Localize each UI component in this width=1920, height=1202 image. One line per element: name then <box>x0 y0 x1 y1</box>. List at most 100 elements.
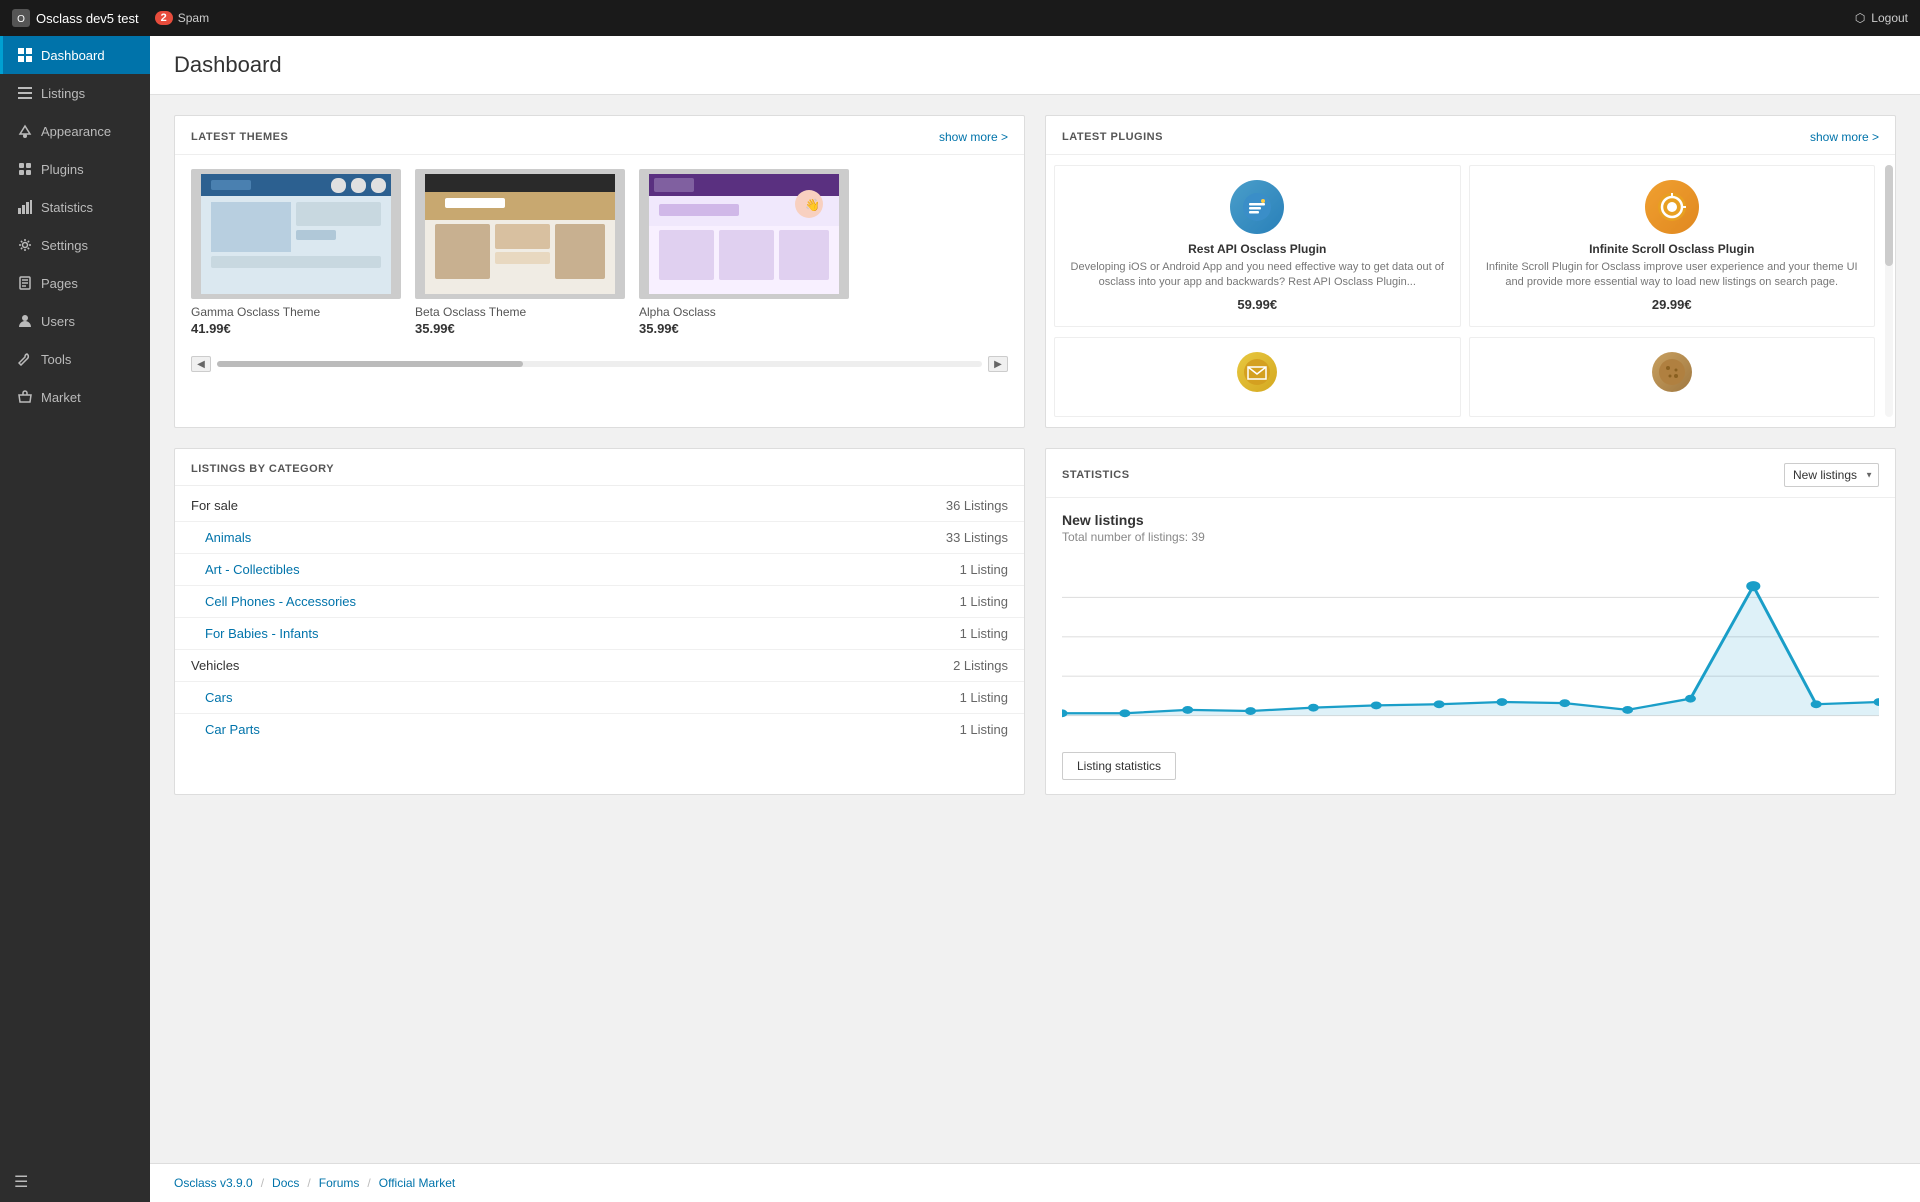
listings-card-header: LISTINGS BY CATEGORY <box>175 449 1024 486</box>
category-name[interactable]: Cell Phones - Accessories <box>175 585 749 617</box>
table-row: Animals 33 Listings <box>175 521 1024 553</box>
market-icon <box>17 389 33 405</box>
category-count: 33 Listings <box>749 521 1024 553</box>
table-row: Art - Collectibles 1 Listing <box>175 553 1024 585</box>
theme-beta-name: Beta Osclass Theme <box>415 305 625 319</box>
plugins-card: LATEST PLUGINS show more > <box>1045 115 1896 428</box>
sidebar-item-appearance[interactable]: Appearance <box>0 112 150 150</box>
content-area: LATEST THEMES show more > <box>150 95 1920 1163</box>
category-name[interactable]: For Babies - Infants <box>175 617 749 649</box>
plugins-show-more-link[interactable]: show more > <box>1810 130 1879 144</box>
listings-card-title: LISTINGS BY CATEGORY <box>191 463 334 475</box>
page-header: Dashboard <box>150 36 1920 95</box>
plugins-scrollbar[interactable] <box>1885 165 1893 417</box>
sidebar-item-tools[interactable]: Tools <box>0 340 150 378</box>
sidebar-item-users[interactable]: Users <box>0 302 150 340</box>
site-name[interactable]: O Osclass dev5 test <box>12 9 139 27</box>
logout-icon: ⬡ <box>1855 11 1865 25</box>
plugins-card-header: LATEST PLUGINS show more > <box>1046 116 1895 155</box>
sidebar-item-label: Statistics <box>41 200 93 215</box>
footer-forums-link[interactable]: Forums <box>319 1176 360 1190</box>
site-icon: O <box>12 9 30 27</box>
theme-gamma[interactable]: Gamma Osclass Theme 41.99€ <box>191 169 401 336</box>
svg-text:👋: 👋 <box>805 198 820 212</box>
theme-alpha[interactable]: 👋 Alpha Osclass 35.99€ <box>639 169 849 336</box>
stats-chart-title: New listings <box>1062 512 1879 528</box>
sidebar-item-label: Users <box>41 314 75 329</box>
footer-version-link[interactable]: Osclass v3.9.0 <box>174 1176 253 1190</box>
category-count: 36 Listings <box>749 490 1024 522</box>
sidebar-item-statistics[interactable]: Statistics <box>0 188 150 226</box>
chart-area <box>1062 558 1879 738</box>
listings-card: LISTINGS BY CATEGORY For sale 36 Listing… <box>174 448 1025 795</box>
logout-button[interactable]: ⬡ Logout <box>1855 11 1908 25</box>
stats-chart-subtitle: Total number of listings: 39 <box>1062 530 1879 544</box>
sidebar-item-listings[interactable]: Listings <box>0 74 150 112</box>
category-name[interactable]: Animals <box>175 521 749 553</box>
footer-sep-3: / <box>367 1176 370 1190</box>
sidebar: Dashboard Listings Appearance Plugins St… <box>0 36 150 1202</box>
plugin-email[interactable] <box>1054 337 1461 417</box>
listings-table-container: For sale 36 Listings Animals 33 Listings… <box>175 486 1024 749</box>
themes-show-more-link[interactable]: show more > <box>939 130 1008 144</box>
category-name[interactable]: Art - Collectibles <box>175 553 749 585</box>
spam-indicator[interactable]: 2 Spam <box>155 11 209 25</box>
plugin-scroll[interactable]: Infinite Scroll Osclass Plugin Infinite … <box>1469 165 1876 327</box>
plugins-scroll-thumb <box>1885 165 1893 266</box>
appearance-icon <box>17 123 33 139</box>
content-grid: LATEST THEMES show more > <box>174 115 1896 795</box>
category-count: 1 Listing <box>749 585 1024 617</box>
sidebar-item-pages[interactable]: Pages <box>0 264 150 302</box>
stats-dropdown-wrapper[interactable]: New listings Views Searches <box>1784 463 1879 487</box>
pages-icon <box>17 275 33 291</box>
statistics-card-title: STATISTICS <box>1062 469 1130 481</box>
sidebar-item-label: Plugins <box>41 162 84 177</box>
category-name[interactable]: Car Parts <box>175 713 749 745</box>
listing-statistics-button[interactable]: Listing statistics <box>1062 752 1176 780</box>
table-row: Car Parts 1 Listing <box>175 713 1024 745</box>
footer: Osclass v3.9.0 / Docs / Forums / Officia… <box>150 1163 1920 1202</box>
sidebar-item-market[interactable]: Market <box>0 378 150 416</box>
sidebar-item-dashboard[interactable]: Dashboard <box>0 36 150 74</box>
svg-text:O: O <box>17 14 25 25</box>
plugins-card-title: LATEST PLUGINS <box>1062 131 1163 143</box>
themes-next-button[interactable]: ▶ <box>988 356 1008 372</box>
category-name[interactable]: For sale <box>175 490 749 522</box>
sidebar-item-label: Pages <box>41 276 78 291</box>
stats-content: New listings Total number of listings: 3… <box>1046 498 1895 752</box>
category-count: 2 Listings <box>749 649 1024 681</box>
plugin-scroll-icon <box>1645 180 1699 234</box>
statistics-icon <box>17 199 33 215</box>
sidebar-toggle-button[interactable]: ☰ <box>14 1172 136 1192</box>
chart-svg <box>1062 558 1879 738</box>
theme-gamma-image <box>191 169 401 299</box>
plugins-row-2 <box>1054 337 1875 417</box>
themes-card-header: LATEST THEMES show more > <box>175 116 1024 155</box>
footer-market-link[interactable]: Official Market <box>379 1176 455 1190</box>
theme-beta[interactable]: Beta Osclass Theme 35.99€ <box>415 169 625 336</box>
statistics-card: STATISTICS New listings Views Searches N… <box>1045 448 1896 795</box>
themes-scrollbar[interactable]: ◀ ▶ <box>175 350 1024 382</box>
plugin-scroll-desc: Infinite Scroll Plugin for Osclass impro… <box>1484 260 1861 291</box>
dashboard-icon <box>17 47 33 63</box>
plugin-cookie[interactable] <box>1469 337 1876 417</box>
plugin-email-icon <box>1237 352 1277 392</box>
sidebar-item-label: Dashboard <box>41 48 105 63</box>
category-name[interactable]: Cars <box>175 681 749 713</box>
plugin-api-desc: Developing iOS or Android App and you ne… <box>1069 260 1446 291</box>
plugin-api[interactable]: Rest API Osclass Plugin Developing iOS o… <box>1054 165 1461 327</box>
stats-dropdown[interactable]: New listings Views Searches <box>1784 463 1879 487</box>
themes-prev-button[interactable]: ◀ <box>191 356 211 372</box>
sidebar-item-label: Settings <box>41 238 88 253</box>
footer-docs-link[interactable]: Docs <box>272 1176 299 1190</box>
plugins-icon <box>17 161 33 177</box>
category-name[interactable]: Vehicles <box>175 649 749 681</box>
sidebar-item-settings[interactable]: Settings <box>0 226 150 264</box>
plugin-api-icon <box>1230 180 1284 234</box>
topbar-left: O Osclass dev5 test 2 Spam <box>12 9 209 27</box>
category-count: 1 Listing <box>749 553 1024 585</box>
sidebar-item-label: Tools <box>41 352 71 367</box>
main-content: Dashboard LATEST THEMES show more > <box>150 36 1920 1202</box>
sidebar-item-plugins[interactable]: Plugins <box>0 150 150 188</box>
listings-icon <box>17 85 33 101</box>
